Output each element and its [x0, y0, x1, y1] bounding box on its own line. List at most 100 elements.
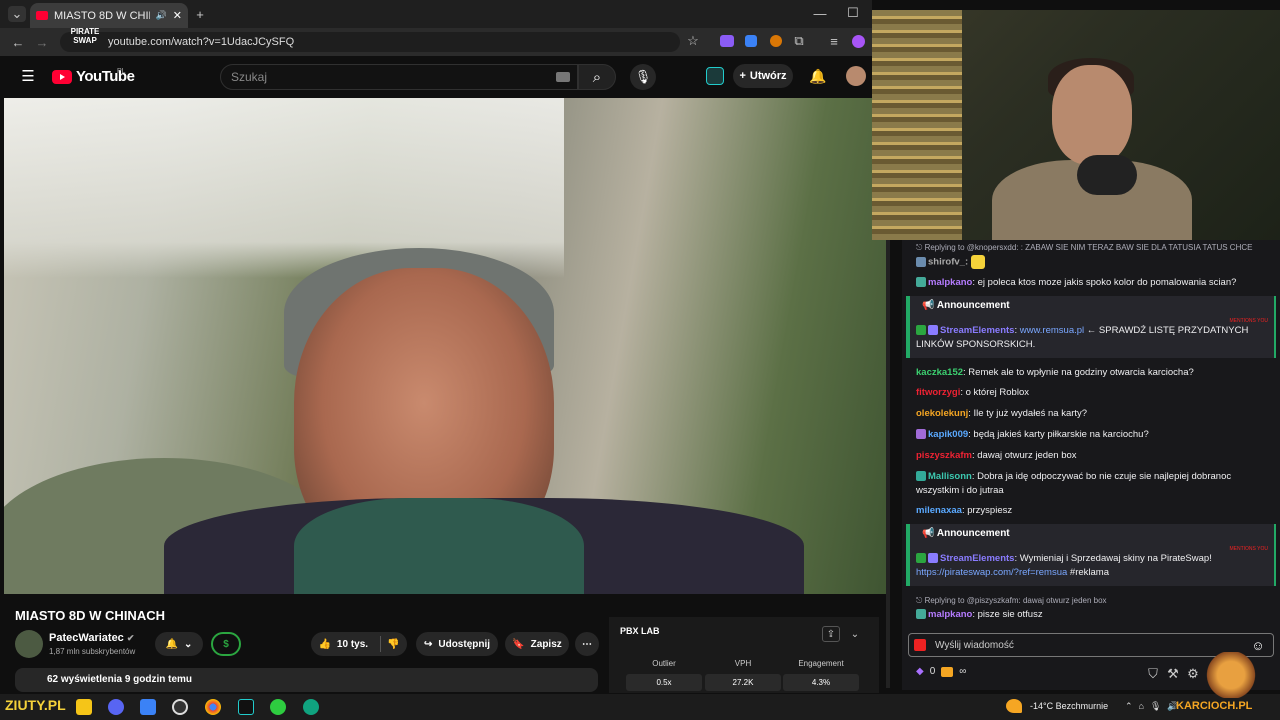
reading-list-icon[interactable]: ≡ — [827, 34, 841, 49]
extension-icon[interactable] — [720, 35, 734, 47]
bookmark-star-icon[interactable]: ☆ — [686, 33, 700, 48]
weather-text[interactable]: -14°C Bezchmurnie — [1030, 701, 1108, 711]
new-tab-button[interactable]: + — [193, 6, 207, 22]
url-field[interactable]: youtube.com/watch?v=1UdacJCySFQ — [60, 32, 680, 52]
profile-avatar[interactable] — [852, 35, 865, 48]
extension-icon[interactable] — [770, 35, 782, 47]
gear-icon[interactable]: ⚙ — [1186, 666, 1200, 681]
chat-username[interactable]: kaczka152 — [916, 367, 963, 378]
discord-icon[interactable] — [108, 699, 124, 715]
search-button[interactable]: ⌕ — [578, 64, 616, 90]
pirateswap-overlay-logo: PIRATE SWAP — [70, 27, 100, 45]
user-badge-icon — [916, 609, 926, 620]
more-actions-button[interactable]: ⋯ — [575, 632, 599, 656]
tab-list-icon[interactable]: ⌄ — [8, 6, 26, 22]
chat-username[interactable]: StreamElements — [940, 553, 1014, 564]
region-code: PL — [117, 68, 126, 75]
browser-tab[interactable]: MIASTO 8D W CHINACH - 🔊 ✕ — [30, 3, 188, 28]
chat-username[interactable]: piszyszkafm — [916, 450, 972, 461]
share-button[interactable]: ↪ Udostępnij — [416, 632, 498, 656]
chat-link[interactable]: www.remsua.pl — [1020, 325, 1084, 336]
chat-username[interactable]: shirofv_: — [928, 257, 968, 268]
save-label: Zapisz — [530, 638, 562, 650]
emote-icon — [970, 255, 985, 269]
subscription-bell-button[interactable]: 🔔 ⌄ — [155, 632, 203, 656]
plus-icon: + — [739, 70, 746, 82]
chat-message: Mallisonn: Dobra ja idę odpoczywać bo ni… — [916, 471, 1232, 496]
chevron-down-icon[interactable]: ⌄ — [849, 628, 861, 640]
notifications-bell-icon[interactable]: 🔔 — [809, 67, 827, 85]
speaker-icon[interactable]: 🔊 — [156, 10, 167, 21]
chat-username[interactable]: Mallisonn — [928, 471, 972, 482]
video-player[interactable] — [4, 98, 886, 594]
description-box[interactable]: 62 wyświetlenia 9 godzin temu — [15, 668, 598, 692]
chat-message: shirofv_: — [916, 255, 1272, 270]
announcement-header: 📢 Announcement — [922, 300, 1010, 311]
back-arrow-icon[interactable]: ← — [10, 34, 26, 50]
points-icon: ◆ — [916, 666, 924, 677]
share-icon: ↪ — [423, 638, 433, 650]
extensions-puzzle-icon[interactable]: ⧉ — [792, 33, 806, 48]
like-count: 10 tys. — [336, 638, 369, 650]
stats-header-outlier: Outlier — [652, 659, 676, 668]
moderator-badge-icon — [916, 553, 926, 564]
thanks-button[interactable]: $ — [211, 632, 241, 656]
thumbs-down-icon[interactable]: 👎 — [387, 639, 399, 650]
subscriber-count: 1,87 mln subskrybentów — [49, 647, 136, 656]
shield-icon[interactable]: ⛉ — [1146, 666, 1160, 681]
channel-points[interactable]: ◆ 0 ∞ — [916, 666, 966, 677]
forward-arrow-icon[interactable]: → — [34, 34, 50, 50]
chatgpt-icon[interactable] — [303, 699, 319, 715]
calendar-icon[interactable] — [140, 699, 156, 715]
megaphone-icon: 📢 — [922, 528, 937, 539]
chat-message: malpkano: pisze sie otfusz — [916, 608, 1272, 622]
obs-icon[interactable] — [172, 699, 188, 715]
user-badge-icon — [916, 471, 926, 482]
verified-bot-badge-icon — [928, 553, 938, 564]
save-button[interactable]: 🔖 Zapisz — [505, 632, 569, 656]
app-icon[interactable] — [238, 699, 254, 715]
extension-icon[interactable] — [706, 67, 724, 85]
chat-username[interactable]: olekolekunj — [916, 408, 968, 419]
user-badge-icon — [916, 277, 926, 288]
file-explorer-icon[interactable] — [76, 699, 92, 715]
keyboard-icon[interactable] — [556, 72, 570, 82]
voice-search-button[interactable]: 🎙 — [630, 64, 656, 90]
like-button[interactable]: 👍 10 tys. 👎 — [311, 632, 407, 656]
search-input[interactable]: Szukaj — [220, 64, 578, 90]
extension-icon[interactable] — [745, 35, 757, 47]
chat-username[interactable]: malpkano — [928, 277, 972, 288]
chat-username[interactable]: fitworzygi — [916, 387, 960, 398]
reply-icon: ⎋ — [916, 243, 925, 252]
account-avatar[interactable] — [846, 66, 866, 86]
chat-message: piszyszkafm: dawaj otwurz jeden box — [916, 450, 1077, 461]
close-tab-icon[interactable]: ✕ — [173, 9, 182, 22]
stats-widget-logo: PBX LAB — [620, 626, 660, 636]
mic-icon: 🎙 — [634, 69, 652, 84]
maximize-button[interactable]: ☐ — [845, 5, 861, 21]
ziuty-logo: ZIUTY.PL — [5, 697, 66, 713]
channel-avatar[interactable] — [15, 630, 43, 658]
moderator-badge-icon — [916, 325, 926, 336]
chat-link[interactable]: https://pirateswap.com/?ref=remsua — [916, 567, 1067, 578]
chat-message: fitworzygi: o której Roblox — [916, 387, 1029, 398]
mod-tools-icon[interactable]: ⚒ — [1166, 666, 1180, 681]
minimize-button[interactable]: — — [812, 5, 828, 21]
app-icon[interactable] — [270, 699, 286, 715]
chat-message: kaczka152: Remek ale to wpłynie na godzi… — [916, 367, 1194, 378]
chat-username[interactable]: milenaxaa — [916, 505, 962, 516]
emote-picker-icon[interactable]: ☺ — [1250, 637, 1266, 653]
chat-username[interactable]: kapik009 — [928, 429, 968, 440]
create-button[interactable]: + Utwórz — [733, 64, 793, 88]
chat-username[interactable]: malpkano — [928, 609, 972, 620]
verified-bot-badge-icon — [928, 325, 938, 336]
export-icon[interactable]: ⇪ — [822, 626, 840, 642]
chat-username[interactable]: StreamElements — [940, 325, 1014, 336]
reply-context: ⎋ Replying to @knopersxdd: : ZABAW SIE N… — [916, 243, 1253, 252]
dollar-icon: $ — [223, 638, 229, 650]
tab-title: MIASTO 8D W CHINACH - — [54, 9, 150, 22]
channel-name[interactable]: PatecWariatec ✔ — [49, 632, 134, 644]
menu-hamburger-icon[interactable]: ☰ — [20, 68, 36, 85]
chrome-icon[interactable] — [205, 699, 221, 715]
chevron-down-icon: ⌄ — [184, 638, 193, 650]
